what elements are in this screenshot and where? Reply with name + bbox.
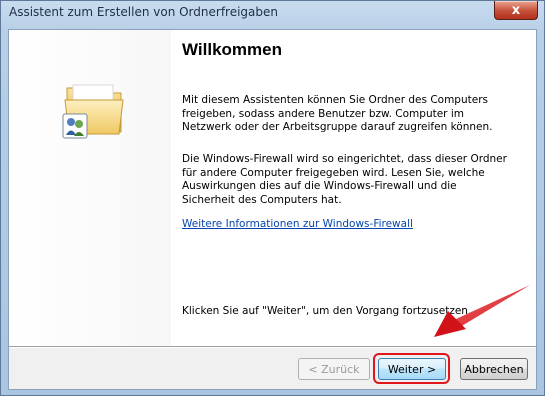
intro-text: Mit diesem Assistenten können Sie Ordner… — [182, 94, 493, 133]
firewall-info-link[interactable]: Weitere Informationen zur Windows-Firewa… — [182, 218, 413, 230]
wizard-window: Assistent zum Erstellen von Ordnerfreiga… — [0, 0, 545, 396]
page-title: Willkommen — [182, 40, 282, 59]
firewall-text: Die Windows-Firewall wird so eingerichte… — [182, 153, 507, 206]
button-divider — [9, 346, 536, 348]
close-icon: x — [511, 2, 521, 18]
title-bar[interactable]: Assistent zum Erstellen von Ordnerfreiga… — [1, 1, 544, 29]
next-button[interactable]: Weiter > — [378, 358, 446, 380]
window-title: Assistent zum Erstellen von Ordnerfreiga… — [9, 5, 279, 19]
red-arrow-annotation — [434, 285, 530, 337]
close-button[interactable]: x — [494, 1, 538, 20]
back-button[interactable]: < Zurück — [298, 358, 370, 380]
wizard-side-panel — [9, 30, 171, 346]
shared-folder-icon — [61, 78, 131, 142]
cancel-button[interactable]: Abbrechen — [460, 358, 528, 380]
